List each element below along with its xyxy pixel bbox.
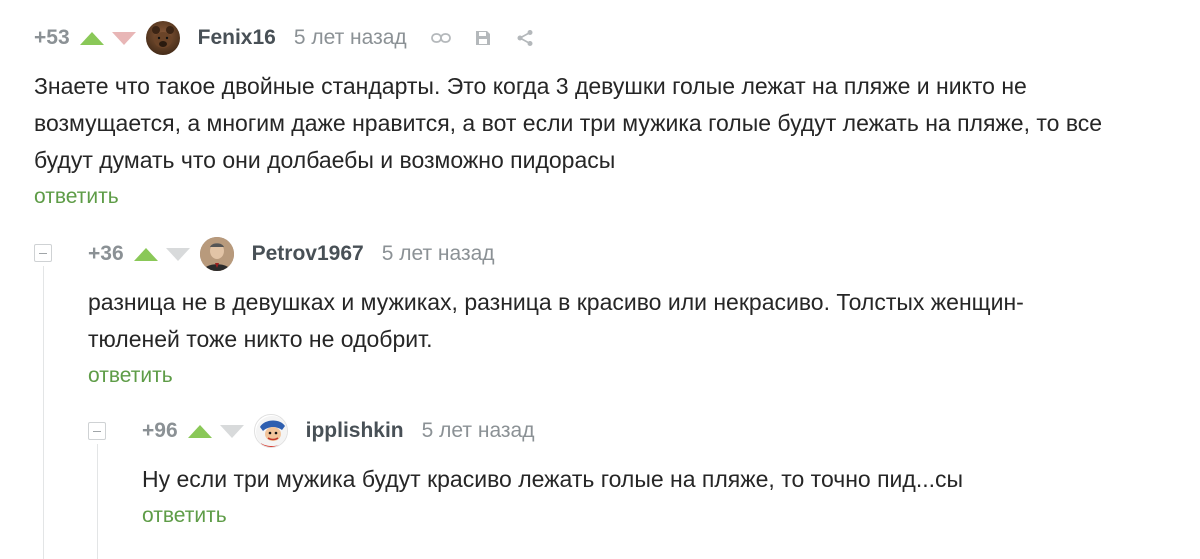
downvote-button[interactable] [165,247,190,261]
thread-line [43,266,44,559]
comment-header: +53 Fenix16 5 лет назад [34,20,1154,56]
thread-line [97,444,98,559]
downvote-button[interactable] [111,31,136,45]
collapse-icon[interactable] [88,422,106,440]
bear-avatar-image [151,26,174,48]
username-link[interactable]: Petrov1967 [252,242,364,266]
reply-link[interactable]: ответить [34,185,119,209]
reply-link[interactable]: ответить [142,504,227,528]
comment-text: Знаете что такое двойные стандарты. Это … [34,73,1103,173]
collapse-icon[interactable] [34,244,52,262]
comment-rating: +36 [88,242,124,265]
portrait-avatar-image [199,237,234,271]
comment-text: разница не в девушках и мужиках, разница… [88,289,1024,352]
save-icon[interactable] [473,28,493,48]
comment-rating: +53 [34,26,70,49]
cartoon-avatar-image [255,416,287,447]
comment-time: 5 лет назад [381,242,495,265]
comment-header: +36 Petrov1967 5 лет назад [88,236,1148,272]
comment-1: +53 Fenix16 5 лет назад Знаете что такое… [34,20,1154,209]
avatar[interactable] [145,21,180,55]
comment-3: +96 ipplishkin 5 лет назад Ну если три м… [142,413,1142,528]
share-icon[interactable] [515,28,535,48]
username-link[interactable]: Fenix16 [198,26,276,50]
downvote-button[interactable] [219,424,244,438]
upvote-button[interactable] [187,424,212,438]
username-link[interactable]: ipplishkin [306,419,404,443]
link-icon[interactable] [430,28,451,48]
comment-rating: +96 [142,419,178,442]
comment-text: Ну если три мужика будут красиво лежать … [142,466,964,492]
upvote-button[interactable] [79,31,104,45]
reply-link[interactable]: ответить [88,364,173,388]
avatar[interactable] [253,414,288,448]
upvote-button[interactable] [133,247,158,261]
avatar[interactable] [199,237,234,271]
comment-time: 5 лет назад [421,419,535,442]
comment-2: +36 Petrov1967 5 лет назад разница не в … [88,236,1148,388]
comment-time: 5 лет назад [293,26,407,49]
comment-header: +96 ipplishkin 5 лет назад [142,413,1142,449]
